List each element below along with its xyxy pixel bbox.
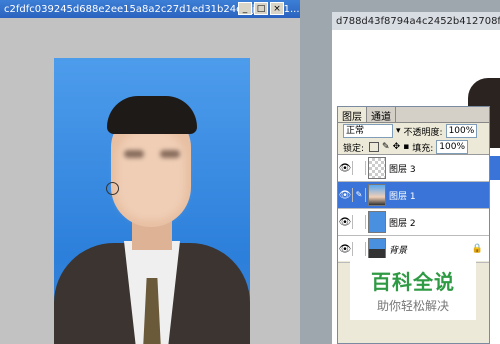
hair [107, 96, 197, 134]
layer-thumbnail [368, 211, 386, 233]
tab-layers[interactable]: 图层 [338, 107, 367, 123]
left-eye [124, 150, 144, 158]
watermark: 百科全说 助你轻松解决 [350, 258, 476, 320]
opacity-field[interactable]: 100% [445, 124, 478, 138]
layer-row[interactable]: 👁 图层 3 [338, 155, 489, 182]
layer-row[interactable]: 👁 ✎ 图层 1 [338, 182, 489, 209]
layer-name: 背景 [389, 245, 408, 256]
window-controls: _ □ × [238, 2, 284, 15]
fill-label: 填充: [412, 143, 434, 154]
chevron-down-icon[interactable]: ▾ [396, 126, 401, 136]
lock-row: 锁定: ✎ ✥ ▪ 填充: 100% [338, 139, 489, 155]
layer-name: 图层 3 [389, 164, 416, 175]
document-titlebar[interactable]: c2fdfc039245d688e2ee15a8a2c27d1ed31b24e9… [0, 0, 300, 18]
watermark-subtitle: 助你轻松解决 [376, 299, 449, 313]
layers-list: 👁 图层 3 👁 ✎ 图层 1 👁 图层 2 👁 背景 🔒 [338, 154, 489, 263]
eye-icon[interactable]: 👁 [338, 244, 352, 255]
panel-tabs: 图层 通道 [338, 107, 489, 123]
link-icon[interactable] [352, 242, 366, 256]
lock-icon: 🔒 [471, 244, 483, 254]
layer-thumbnail [368, 238, 386, 260]
link-icon[interactable] [352, 161, 366, 175]
lock-all-icon[interactable]: ▪ [403, 142, 409, 152]
blend-row: 正常 ▾ 不透明度: 100% [338, 123, 489, 139]
eye-icon[interactable]: 👁 [338, 163, 352, 174]
face-blur [117, 130, 185, 220]
minimize-button[interactable]: _ [238, 2, 252, 15]
maximize-button[interactable]: □ [254, 2, 268, 15]
layer-row[interactable]: 👁 图层 2 [338, 209, 489, 236]
lock-label: 锁定: [343, 143, 365, 154]
link-icon[interactable] [352, 215, 366, 229]
blend-mode-select[interactable]: 正常 [343, 124, 393, 138]
layer-name: 图层 1 [389, 191, 416, 202]
lock-transparency-icon[interactable] [369, 142, 380, 152]
document-window: c2fdfc039245d688e2ee15a8a2c27d1ed31b24e9… [0, 0, 300, 344]
fill-field[interactable]: 100% [436, 140, 469, 154]
opacity-label: 不透明度: [403, 127, 443, 138]
lock-paint-icon[interactable]: ✎ [382, 142, 390, 152]
eye-icon[interactable]: 👁 [338, 217, 352, 228]
second-document-title: d788d43f8794a4c2452b412708f41bd5ad3 [336, 15, 500, 27]
second-document-titlebar[interactable]: d788d43f8794a4c2452b412708f41bd5ad3 [332, 12, 500, 30]
layer-thumbnail [368, 157, 386, 179]
brush-icon[interactable]: ✎ [352, 188, 366, 202]
layer-thumbnail [368, 184, 386, 206]
watermark-title: 百科全说 [371, 270, 455, 294]
photo-canvas[interactable] [54, 58, 250, 344]
right-eye [160, 150, 180, 158]
brush-cursor-icon [106, 182, 119, 195]
close-button[interactable]: × [270, 2, 284, 15]
eye-icon[interactable]: 👁 [338, 190, 352, 201]
layer-name: 图层 2 [389, 218, 416, 229]
tab-channels[interactable]: 通道 [367, 107, 396, 123]
lock-move-icon[interactable]: ✥ [393, 142, 401, 152]
